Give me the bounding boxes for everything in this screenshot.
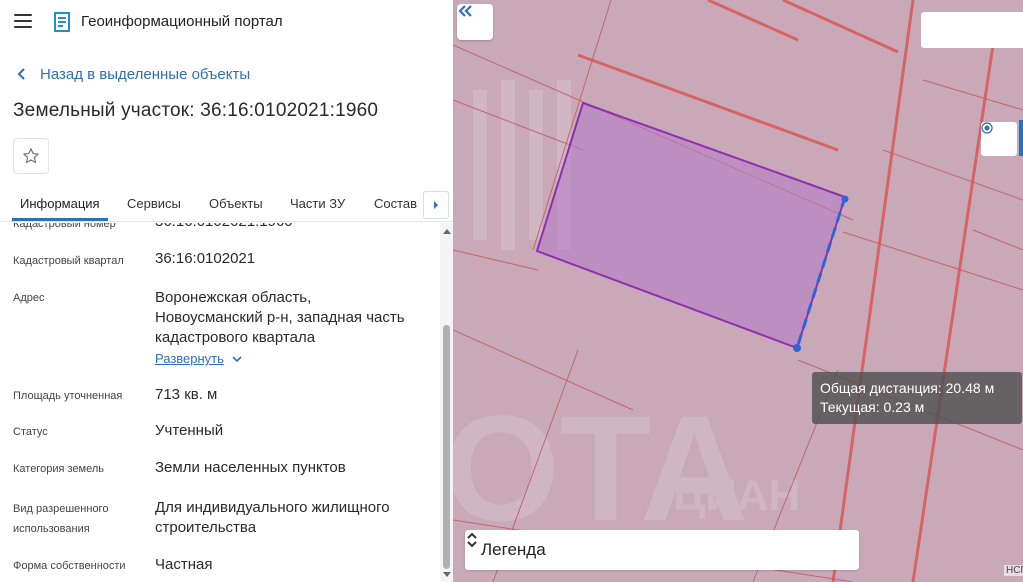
map-search-field[interactable] [921,12,1023,48]
detail-label: Адрес [13,292,45,304]
detail-label: Вид разрешенного [13,503,109,515]
active-tab-indicator [12,218,108,221]
measure-point[interactable] [793,344,801,352]
detail-value: Земли населенных пунктов [155,459,346,476]
detail-label: Кадастровый номер [13,223,116,230]
tab-services[interactable]: Сервисы [127,196,181,211]
object-title: Земельный участок: 36:16:0102021:1960 [13,100,379,121]
collapse-panel-button[interactable] [457,4,493,40]
top-bar: Геоинформационный портал [0,0,453,44]
expand-link-label: Развернуть [155,351,224,366]
detail-label: использования [13,523,90,535]
caret-right-icon [434,201,438,209]
measure-current: Текущая: 0.23 м [820,399,925,415]
target-dot-icon [981,122,993,134]
scroll-up-arrow-icon[interactable] [443,229,451,234]
back-link-label: Назад в выделенные объекты [40,65,251,83]
detail-value: Новоусманский р-н, западная часть [155,309,405,326]
hamburger-menu-icon[interactable] [14,14,32,28]
details-list: Кадастровый номер 36:16:0102021:1960 Кад… [0,223,440,582]
measure-tooltip: Общая дистанция: 20.48 м Текущая: 0.23 м [812,372,1022,424]
tab-composition[interactable]: Состав [374,196,417,211]
legend-dropdown[interactable]: Легенда [465,530,859,570]
chevron-down-icon [232,355,242,362]
detail-value: 36:16:0102021 [155,250,256,267]
detail-label: Кадастровый квартал [13,255,124,267]
detail-label: Форма собственности [13,560,126,572]
tabs-scroll-right-button[interactable] [423,191,449,219]
detail-value: 36:16:0102021:1960 [155,223,293,232]
app-title: Геоинформационный портал [81,13,283,30]
tab-bar: Информация Сервисы Объекты Части ЗУ Сост… [0,188,453,222]
map-attribution: НСП [1004,565,1023,576]
measure-point[interactable] [841,195,849,203]
up-down-chevron-icon [467,532,477,548]
detail-value: строительства [155,519,257,536]
expand-address-link[interactable]: Развернуть [155,351,242,366]
double-chevron-left-icon [458,5,472,17]
portal-logo-icon [54,12,70,32]
tab-objects[interactable]: Объекты [209,196,263,211]
scrollbar-thumb[interactable] [443,325,450,569]
detail-label: Статус [13,426,48,438]
detail-value: Учтенный [155,422,224,439]
star-icon [23,148,39,164]
chevron-left-icon [17,68,25,80]
info-panel: Геоинформационный портал Назад в выделен… [0,0,453,582]
back-to-selected-link[interactable]: Назад в выделенные объекты [14,64,250,84]
detail-label: Площадь уточненная [13,390,123,402]
details-scrollbar[interactable] [440,223,453,582]
map-layer: OTA ЦИАН [453,0,1023,582]
scroll-down-arrow-icon[interactable] [443,572,451,577]
detail-label: Категория земель [13,463,104,475]
detail-value: Частная [155,556,213,573]
legend-label: Легенда [481,540,546,559]
side-toolbar-edge [1019,120,1023,156]
detail-value: 713 кв. м [155,386,218,403]
tab-parcel-parts[interactable]: Части ЗУ [290,196,345,211]
measure-total: Общая дистанция: 20.48 м [820,380,995,396]
detail-value: Для индивидуального жилищного [155,499,390,516]
detail-value: Воронежская область, [155,289,312,306]
locate-button[interactable] [981,122,1017,156]
map-canvas[interactable]: OTA ЦИАН Общая дистанция: 20.48 м Текуща… [453,0,1023,582]
tab-info[interactable]: Информация [20,196,100,211]
selected-parcel[interactable] [535,101,847,350]
favorite-button[interactable] [13,138,49,174]
detail-value: кадастрового квартала [155,329,316,346]
